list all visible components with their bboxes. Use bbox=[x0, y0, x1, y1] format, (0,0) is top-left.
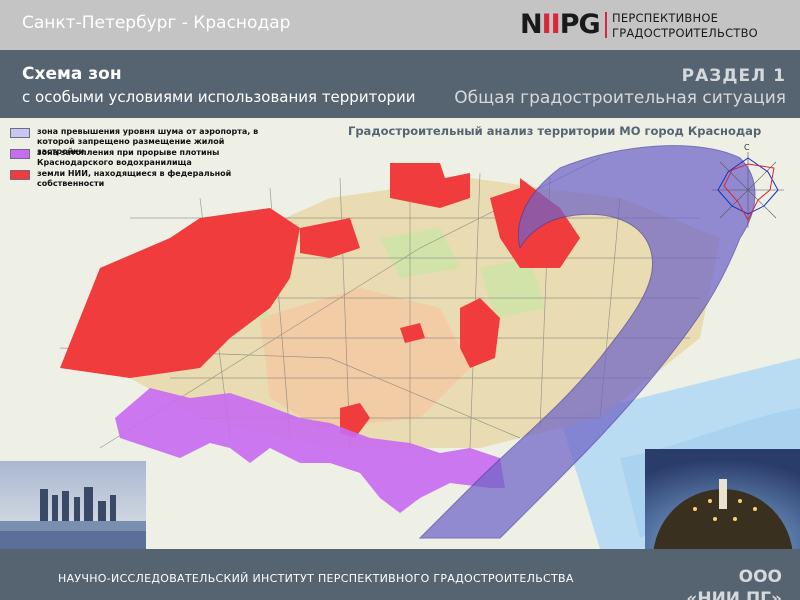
legend-swatch-federal bbox=[10, 170, 30, 180]
legend-swatch-flood bbox=[10, 149, 30, 159]
compass-north-label: С bbox=[744, 143, 750, 152]
logo-text-line1: ПЕРСПЕКТИВНОЕ bbox=[612, 11, 719, 25]
section-name: Общая градостроительная ситуация bbox=[454, 88, 786, 108]
footer-org: ООО «НИИ ПГ» bbox=[686, 566, 782, 600]
logo-mark-pg: PG bbox=[559, 9, 601, 40]
route-title: Санкт-Петербург - Краснодар bbox=[22, 13, 291, 33]
compass-rose-icon: С bbox=[708, 140, 788, 232]
logo-mark-ii: II bbox=[541, 9, 561, 40]
city-skyline-photo bbox=[0, 461, 146, 549]
footer-org-line2: «НИИ ПГ» bbox=[686, 589, 782, 600]
footer-org-line1: ООО bbox=[738, 567, 782, 587]
logo-text-line2: ГРАДОСТРОИТЕЛЬСТВО bbox=[612, 26, 758, 40]
logo-mark-n: N bbox=[520, 9, 543, 40]
niipg-logo: NIIPG ПЕРСПЕКТИВНОЕ ГРАДОСТРОИТЕЛЬСТВО bbox=[520, 9, 790, 41]
map-heading: Градостроительный анализ территории МО г… bbox=[348, 124, 762, 138]
page-subtitle: с особыми условиями использования террит… bbox=[22, 88, 416, 106]
city-night-panorama-photo bbox=[645, 449, 800, 549]
legend-swatch-noise bbox=[10, 128, 30, 138]
footer-institute: НАУЧНО-ИССЛЕДОВАТЕЛЬСКИЙ ИНСТИТУТ ПЕРСПЕ… bbox=[58, 572, 574, 585]
page-title: Схема зон bbox=[22, 64, 122, 84]
legend-text-flood: зона затопления при прорыве плотины Крас… bbox=[37, 148, 220, 167]
section-label: РАЗДЕЛ 1 bbox=[681, 66, 786, 86]
logo-mark: NIIPG bbox=[520, 9, 601, 41]
legend-text-federal: земли НИИ, находящиеся в федеральной соб… bbox=[37, 169, 232, 188]
logo-divider bbox=[605, 12, 607, 38]
